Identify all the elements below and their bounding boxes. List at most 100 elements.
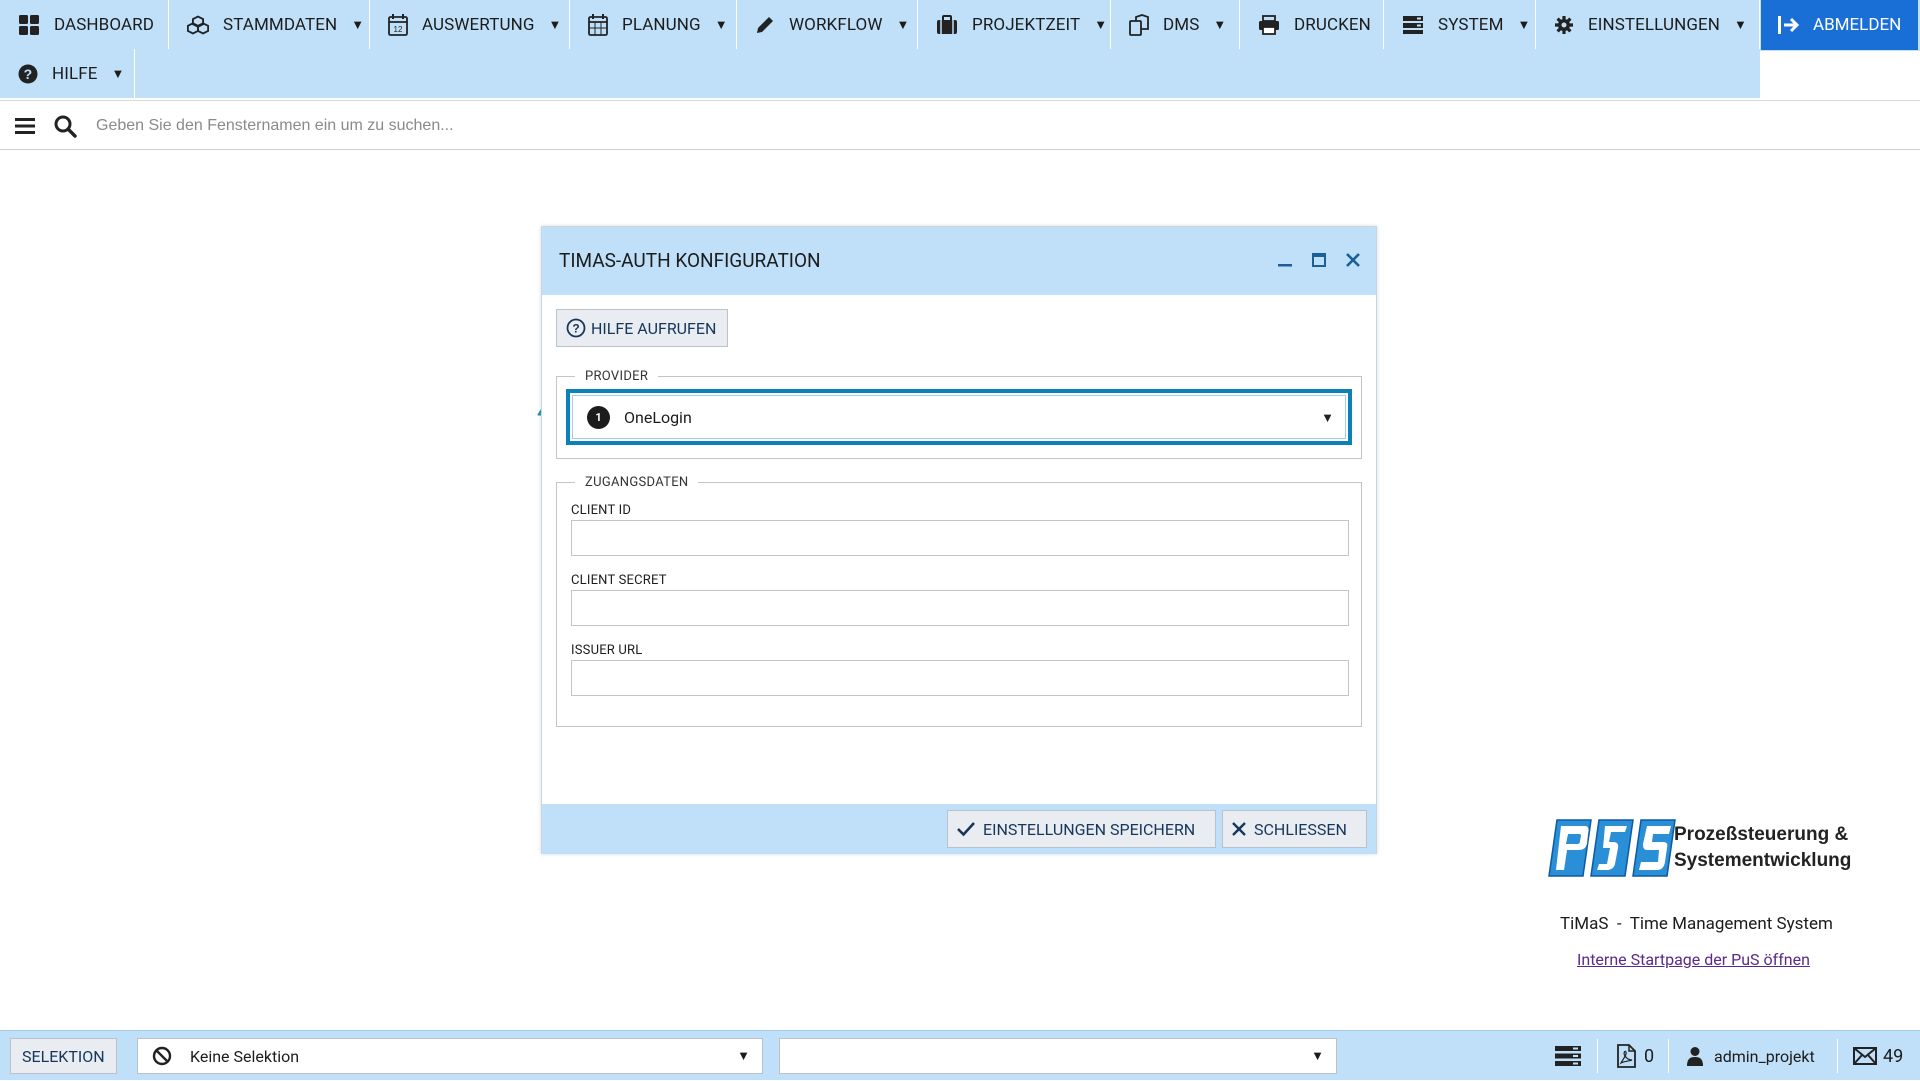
- server-icon: [1554, 1045, 1582, 1067]
- chevron-down-icon: ▼: [1734, 17, 1747, 33]
- provider-legend: PROVIDER: [585, 369, 649, 384]
- status-bar: SELEKTION Keine Selektion ▼ ▼ 0 admin_pr…: [0, 1030, 1920, 1080]
- documents-icon: [1129, 13, 1149, 36]
- product-tagline: TiMaS - Time Management System: [1560, 914, 1833, 934]
- chevron-down-icon: ▼: [1311, 1049, 1324, 1064]
- svg-text:12: 12: [393, 25, 403, 34]
- chevron-down-icon: ▼: [548, 17, 562, 33]
- window-search-input[interactable]: [96, 113, 896, 139]
- issuer-url-input[interactable]: [571, 660, 1349, 696]
- server-icon: [1402, 14, 1424, 36]
- nav-item-workflow[interactable]: WORKFLOW ▼: [737, 0, 918, 49]
- chevron-down-icon: ▼: [1094, 17, 1108, 33]
- logout-label: ABMELDEN: [1813, 15, 1902, 35]
- selection-button[interactable]: SELEKTION: [10, 1038, 117, 1074]
- pdf-file-icon: [1616, 1044, 1636, 1068]
- client-secret-label: CLIENT SECRET: [571, 573, 667, 588]
- window-search-bar: [0, 100, 1920, 150]
- chevron-down-icon: ▼: [351, 17, 365, 33]
- nav-label: AUSWERTUNG: [422, 14, 535, 35]
- help-button-label: HILFE AUFRUFEN: [591, 318, 717, 338]
- secondary-dropdown[interactable]: ▼: [779, 1038, 1337, 1074]
- hamburger-menu-icon[interactable]: [14, 115, 36, 137]
- nav-item-system[interactable]: SYSTEM ▼: [1384, 0, 1536, 49]
- internal-startpage-link[interactable]: Interne Startpage der PuS öffnen: [1577, 950, 1810, 969]
- company-line-2: Systementwicklung: [1674, 850, 1852, 871]
- nav-label: STAMMDATEN: [223, 14, 338, 35]
- dashboard-icon: [18, 14, 40, 36]
- search-icon[interactable]: [53, 114, 77, 138]
- nav-item-dms[interactable]: DMS ▼: [1111, 0, 1240, 49]
- message-count: 49: [1883, 1045, 1904, 1067]
- logout-button[interactable]: ABMELDEN: [1761, 0, 1918, 50]
- divider: [1597, 1039, 1598, 1073]
- company-name: Prozeßsteuerung & Systementwicklung: [1674, 822, 1851, 874]
- nav-label: EINSTELLUNGEN: [1588, 14, 1720, 35]
- dialog-title: TIMAS-AUTH KONFIGURATION: [559, 249, 821, 272]
- calendar-grid-icon: [588, 13, 608, 36]
- help-button[interactable]: ? HILFE AUFRUFEN: [556, 309, 729, 347]
- client-id-label: CLIENT ID: [571, 503, 632, 518]
- dialog-footer: EINSTELLUNGEN SPEICHERN SCHLIESSEN: [542, 804, 1376, 854]
- divider: [1837, 1039, 1838, 1073]
- user-icon: [1686, 1046, 1704, 1066]
- provider-select[interactable]: 1 OneLogin ▼: [566, 389, 1352, 445]
- svg-text:?: ?: [24, 66, 33, 82]
- company-line-1: Prozeßsteuerung &: [1674, 824, 1849, 845]
- selection-dropdown[interactable]: Keine Selektion ▼: [137, 1038, 763, 1074]
- nav-label: HILFE: [52, 63, 98, 84]
- nav-item-stammdaten[interactable]: STAMMDATEN ▼: [169, 0, 370, 49]
- messages-counter[interactable]: 49: [1853, 1031, 1903, 1081]
- nav-item-projektzeit[interactable]: PROJEKTZEIT ▼: [918, 0, 1111, 49]
- calendar-icon: 12: [388, 13, 408, 36]
- nav-item-auswertung[interactable]: 12 AUSWERTUNG ▼: [370, 0, 570, 49]
- nav-item-drucken[interactable]: DRUCKEN: [1240, 0, 1384, 49]
- gear-icon: [1554, 14, 1574, 36]
- cubes-icon: [187, 14, 209, 36]
- save-settings-button[interactable]: EINSTELLUNGEN SPEICHERN: [947, 810, 1216, 848]
- close-icon[interactable]: [1342, 249, 1364, 271]
- pdf-counter[interactable]: 0: [1616, 1031, 1654, 1081]
- client-id-input[interactable]: [571, 520, 1349, 556]
- envelope-icon: [1853, 1047, 1877, 1065]
- chevron-down-icon: ▼: [737, 1049, 750, 1064]
- maximize-icon[interactable]: [1308, 249, 1330, 271]
- sign-out-icon: [1777, 15, 1799, 35]
- printer-icon: [1258, 14, 1280, 36]
- pencil-icon: [755, 14, 775, 36]
- no-selection-icon: [152, 1046, 172, 1066]
- divider: [1668, 1039, 1669, 1073]
- credentials-legend: ZUGANGSDATEN: [585, 475, 689, 490]
- question-circle-icon: ?: [18, 63, 38, 85]
- nav-item-planung[interactable]: PLANUNG ▼: [570, 0, 737, 49]
- checkmark-icon: [957, 821, 975, 837]
- nav-label: DRUCKEN: [1294, 14, 1371, 35]
- chevron-down-icon: ▼: [1213, 17, 1227, 33]
- client-secret-input[interactable]: [571, 590, 1349, 626]
- minimize-icon[interactable]: [1274, 249, 1296, 271]
- main-navigation: DASHBOARD STAMMDATEN ▼ 12 AUSWERTUNG ▼ P…: [0, 0, 1920, 100]
- provider-number-badge: 1: [587, 405, 610, 429]
- question-circle-icon: ?: [566, 318, 586, 338]
- svg-text:?: ?: [572, 322, 579, 336]
- nav-label: WORKFLOW: [789, 14, 883, 35]
- nav-item-einstellungen[interactable]: EINSTELLUNGEN ▼: [1536, 0, 1760, 49]
- timas-auth-config-dialog: TIMAS-AUTH KONFIGURATION ? HILFE AUFRUFE…: [541, 226, 1377, 854]
- briefcase-icon: [936, 14, 958, 36]
- user-menu[interactable]: admin_projekt: [1686, 1031, 1815, 1081]
- server-status-button[interactable]: [1554, 1031, 1582, 1081]
- chevron-down-icon: ▼: [896, 17, 910, 33]
- chevron-down-icon: ▼: [111, 66, 125, 82]
- save-settings-label: EINSTELLUNGEN SPEICHERN: [983, 819, 1196, 839]
- nav-label: DASHBOARD: [53, 14, 154, 35]
- nav-item-hilfe[interactable]: ? HILFE ▼: [0, 49, 135, 98]
- chevron-down-icon: ▼: [1321, 411, 1334, 426]
- issuer-url-label: ISSUER URL: [571, 643, 643, 658]
- nav-label: SYSTEM: [1438, 14, 1504, 35]
- provider-selected-value: OneLogin: [624, 407, 692, 427]
- close-icon: [1232, 822, 1246, 836]
- nav-item-dashboard[interactable]: DASHBOARD: [0, 0, 169, 49]
- nav-label: DMS: [1163, 14, 1200, 35]
- close-button[interactable]: SCHLIESSEN: [1222, 810, 1367, 848]
- pus-logo: [1545, 818, 1685, 880]
